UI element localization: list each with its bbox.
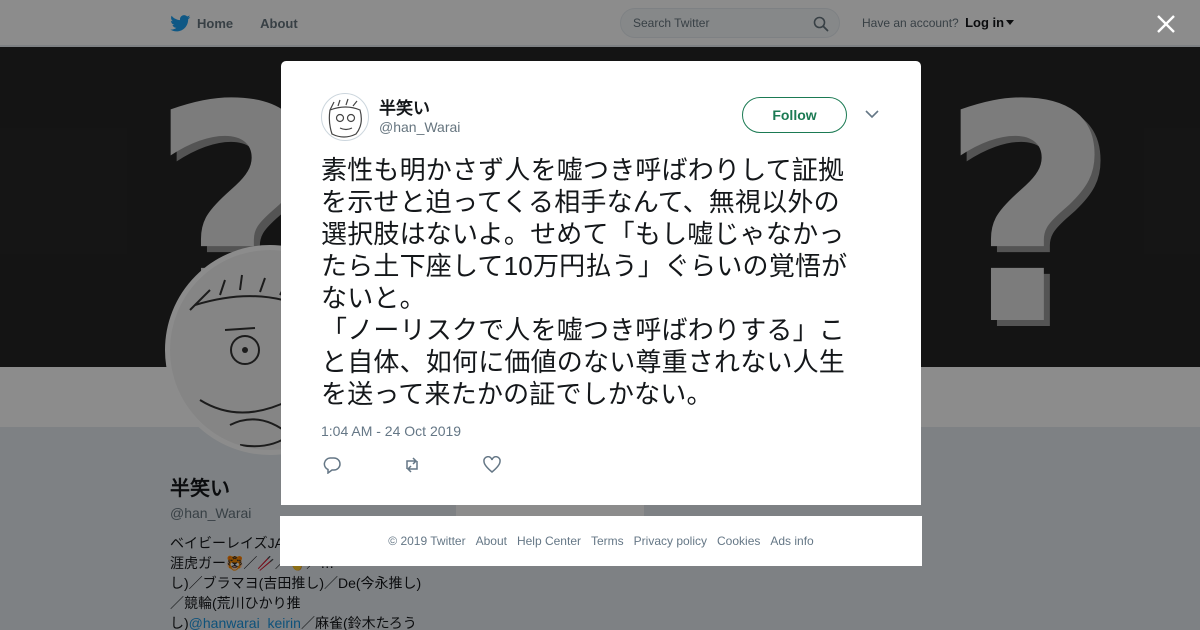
footer-copyright: © 2019 Twitter xyxy=(388,534,466,548)
tweet-author-avatar[interactable] xyxy=(321,93,369,141)
footer-help-center[interactable]: Help Center xyxy=(517,534,581,548)
footer-ads-info[interactable]: Ads info xyxy=(770,534,813,548)
footer-links: © 2019 Twitter About Help Center Terms P… xyxy=(280,516,922,566)
follow-label: Follow xyxy=(772,107,817,123)
retweet-icon[interactable] xyxy=(403,456,421,474)
close-icon[interactable] xyxy=(1156,14,1176,34)
like-icon[interactable] xyxy=(483,456,501,474)
footer-about[interactable]: About xyxy=(476,534,507,548)
footer-terms[interactable]: Terms xyxy=(591,534,624,548)
follow-button[interactable]: Follow xyxy=(742,97,847,133)
tweet-modal: 半笑い @han_Warai Follow 素性も明かさず人を嘘つき呼ばわりして… xyxy=(281,61,921,505)
avatar-drawing-small xyxy=(328,98,362,138)
tweet-timestamp[interactable]: 1:04 AM - 24 Oct 2019 xyxy=(321,423,461,439)
reply-icon[interactable] xyxy=(323,456,341,474)
footer-privacy[interactable]: Privacy policy xyxy=(634,534,707,548)
tweet-author-handle[interactable]: @han_Warai xyxy=(379,119,460,135)
tweet-text: 素性も明かさず人を嘘つき呼ばわりして証拠 を示せと迫ってくる相手なんて、無視以外… xyxy=(321,155,848,409)
footer-cookies[interactable]: Cookies xyxy=(717,534,760,548)
tweet-actions xyxy=(323,456,563,474)
chevron-down-icon[interactable] xyxy=(865,109,879,119)
tweet-author-name[interactable]: 半笑い xyxy=(379,94,430,119)
